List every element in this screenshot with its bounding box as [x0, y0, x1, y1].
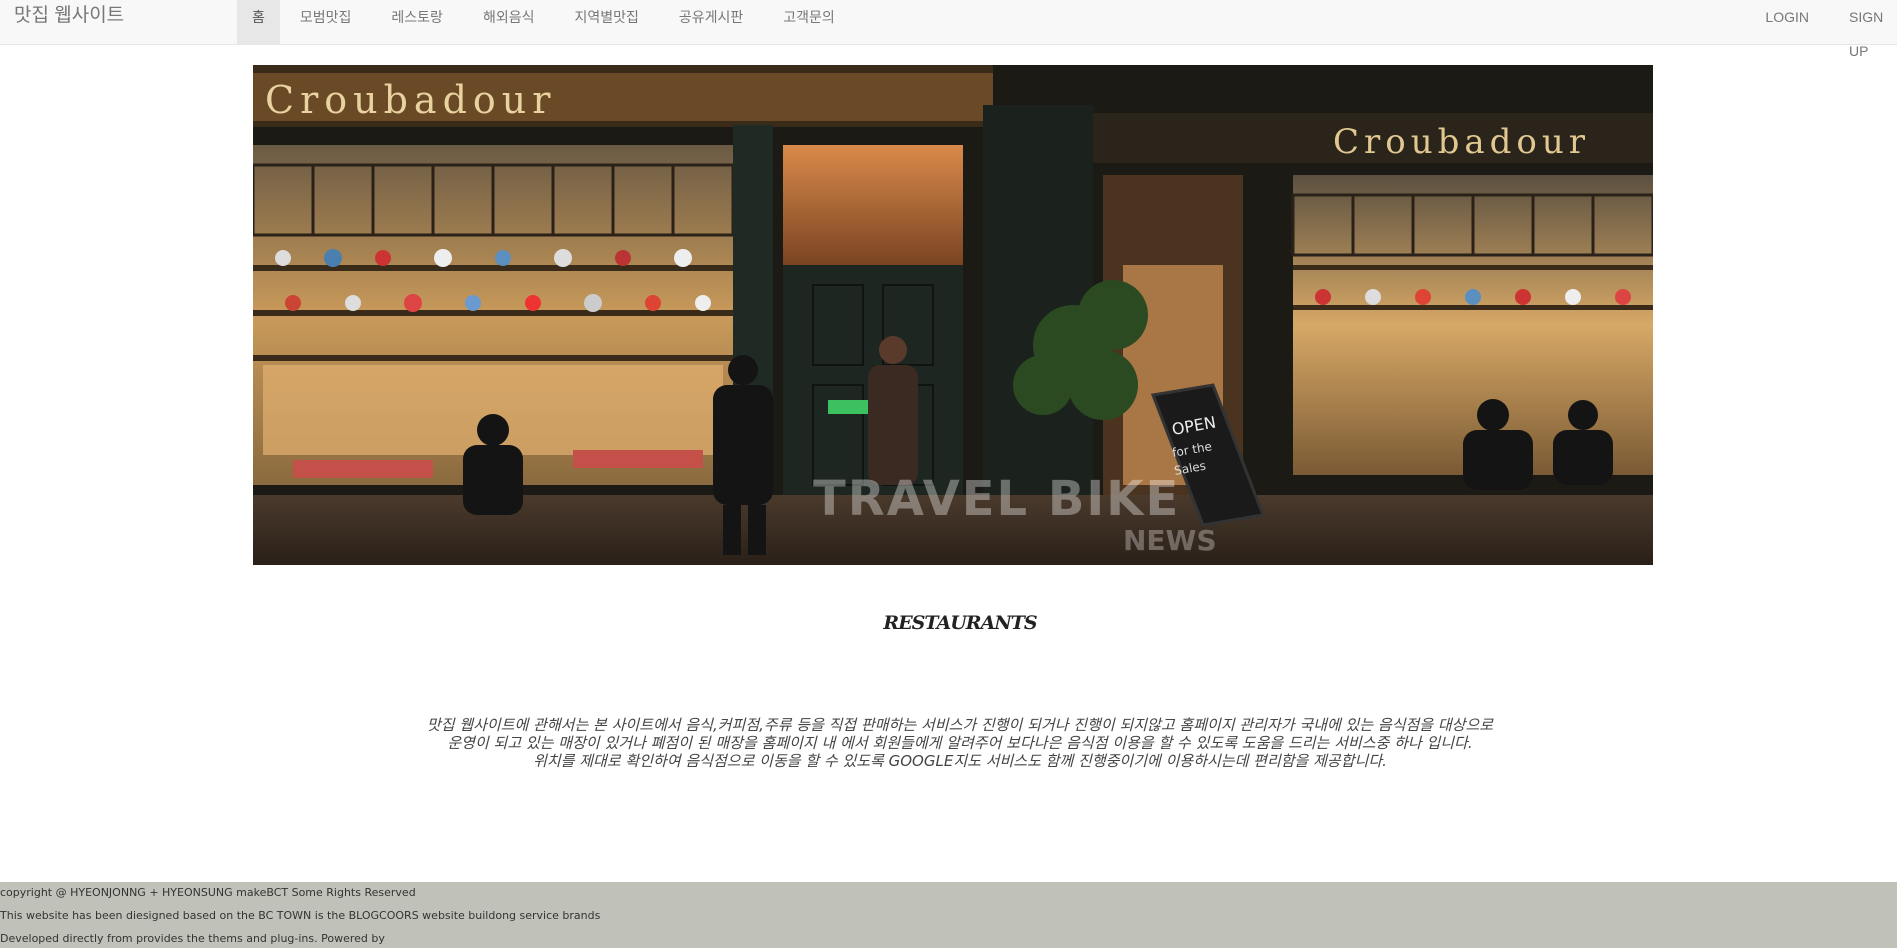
nav-item-board[interactable]: 공유게시판	[659, 0, 763, 44]
nav-item-regional[interactable]: 지역별맛집	[554, 0, 658, 44]
hero-image: Croubadour Croubadour OPEN for the Sales…	[253, 65, 1653, 565]
nav-item-model-restaurants[interactable]: 모범맛집	[280, 0, 372, 44]
signup-link[interactable]: SIGN UP	[1829, 0, 1897, 59]
watermark-text: TRAVEL BIKE	[813, 471, 1180, 527]
site-brand[interactable]: 맛집 웹사이트	[14, 5, 124, 27]
footer-powered-by: Developed directly from provides the the…	[0, 932, 385, 945]
footer-copyright: copyright @ HYEONJONNG + HYEONSUNG makeB…	[0, 886, 416, 899]
section-title: RESTAURANTS	[883, 612, 1037, 634]
main-nav: 홈 모범맛집 레스토랑 해외음식 지역별맛집 공유게시판 고객문의	[237, 0, 855, 44]
sign-right-text: Croubadour	[1333, 122, 1590, 162]
description-line-2: 운영이 되고 있는 매장이 있거나 폐점이 된 매장을 홈페이지 내 에서 회원…	[447, 734, 1473, 752]
page-footer: copyright @ HYEONJONNG + HYEONSUNG makeB…	[0, 882, 1897, 948]
top-navbar: 맛집 웹사이트 홈 모범맛집 레스토랑 해외음식 지역별맛집 공유게시판 고객문…	[0, 0, 1897, 59]
login-link[interactable]: LOGIN	[1745, 0, 1829, 44]
watermark-sub-text: NEWS	[1123, 524, 1217, 557]
nav-item-restaurant[interactable]: 레스토랑	[371, 0, 463, 44]
description-line-1: 맛집 웹사이트에 관해서는 본 사이트에서 음식,커피점,주류 등을 직접 판매…	[426, 716, 1494, 734]
footer-design-note: This website has been diesigned based on…	[0, 909, 601, 922]
auth-nav: LOGIN SIGN UP	[1745, 0, 1897, 59]
sign-left-text: Croubadour	[265, 78, 556, 122]
restaurant-storefront-photo: Croubadour Croubadour OPEN for the Sales…	[253, 65, 1653, 565]
nav-item-home[interactable]: 홈	[237, 0, 280, 44]
site-description: 맛집 웹사이트에 관해서는 본 사이트에서 음식,커피점,주류 등을 직접 판매…	[0, 716, 1897, 770]
nav-item-foreign-food[interactable]: 해외음식	[463, 0, 555, 44]
description-line-3: 위치를 제대로 확인하여 음식점으로 이동을 할 수 있도록 GOOGLE지도 …	[533, 752, 1387, 770]
nav-item-contact[interactable]: 고객문의	[763, 0, 855, 44]
